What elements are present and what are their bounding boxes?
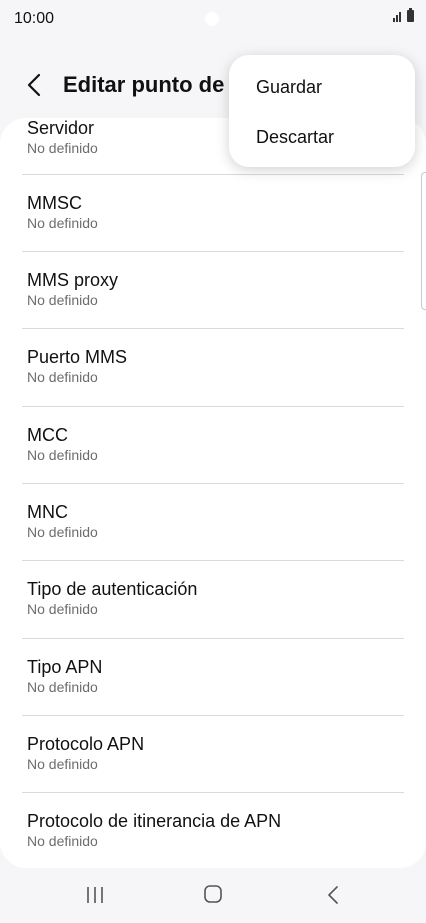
- status-time: 10:00: [14, 10, 55, 27]
- list-item-tipo-autenticacion[interactable]: Tipo de autenticación No definido: [0, 579, 426, 656]
- page-title: Editar punto de: [63, 72, 225, 97]
- home-icon: [204, 885, 222, 903]
- scrollbar[interactable]: [421, 172, 426, 310]
- status-bar: 10:00: [0, 0, 426, 40]
- divider: [22, 251, 404, 252]
- item-title: MMS proxy: [27, 270, 119, 290]
- settings-card: Servidor No definido MMSC No definido MM…: [0, 118, 426, 868]
- item-value: No definido: [27, 215, 98, 231]
- list-item-mcc[interactable]: MCC No definido: [0, 425, 426, 502]
- divider: [22, 715, 404, 716]
- item-value: No definido: [27, 679, 98, 695]
- divider: [22, 483, 404, 484]
- navigation-bar: [0, 868, 426, 923]
- recent-apps-button[interactable]: [85, 885, 105, 905]
- item-value: No definido: [27, 524, 98, 540]
- menu-item-guardar[interactable]: Guardar: [256, 77, 322, 98]
- signal-icon: [393, 12, 401, 22]
- item-value: No definido: [27, 447, 98, 463]
- list-item-protocolo-apn[interactable]: Protocolo APN No definido: [0, 734, 426, 811]
- item-title: MMSC: [27, 193, 82, 213]
- item-value: No definido: [27, 140, 98, 156]
- item-title: Tipo APN: [27, 657, 103, 677]
- item-value: No definido: [27, 601, 98, 617]
- back-button[interactable]: [22, 70, 50, 100]
- item-title: Tipo de autenticación: [27, 579, 198, 599]
- divider: [22, 638, 404, 639]
- list-item-mms-proxy[interactable]: MMS proxy No definido: [0, 270, 426, 347]
- divider: [22, 792, 404, 793]
- item-value: No definido: [27, 756, 98, 772]
- camera-cutout: [205, 12, 219, 26]
- divider: [22, 560, 404, 561]
- item-title: Servidor: [27, 118, 95, 138]
- chevron-left-icon: [27, 73, 41, 97]
- home-button[interactable]: [203, 884, 223, 904]
- overflow-menu: Guardar Descartar: [229, 55, 415, 167]
- recent-apps-icon: [87, 887, 103, 903]
- item-value: No definido: [27, 369, 98, 385]
- item-value: No definido: [27, 292, 98, 308]
- list-item-protocolo-itinerancia[interactable]: Protocolo de itinerancia de APN No defin…: [0, 811, 426, 868]
- menu-item-descartar[interactable]: Descartar: [256, 127, 334, 148]
- battery-icon: [407, 8, 414, 22]
- list-item-puerto-mms[interactable]: Puerto MMS No definido: [0, 347, 426, 424]
- list-item-mnc[interactable]: MNC No definido: [0, 502, 426, 579]
- item-title: Puerto MMS: [27, 347, 128, 367]
- divider: [22, 174, 404, 175]
- nav-back-icon: [328, 886, 338, 904]
- item-title: Protocolo de itinerancia de APN: [27, 811, 282, 831]
- item-value: No definido: [27, 833, 98, 849]
- list-item-tipo-apn[interactable]: Tipo APN No definido: [0, 657, 426, 734]
- item-title: Protocolo APN: [27, 734, 145, 754]
- item-title: MCC: [27, 425, 68, 445]
- divider: [22, 328, 404, 329]
- item-title: MNC: [27, 502, 68, 522]
- nav-back-button[interactable]: [323, 883, 343, 907]
- divider: [22, 406, 404, 407]
- status-icons: [393, 8, 414, 22]
- list-item-mmsc[interactable]: MMSC No definido: [0, 193, 426, 270]
